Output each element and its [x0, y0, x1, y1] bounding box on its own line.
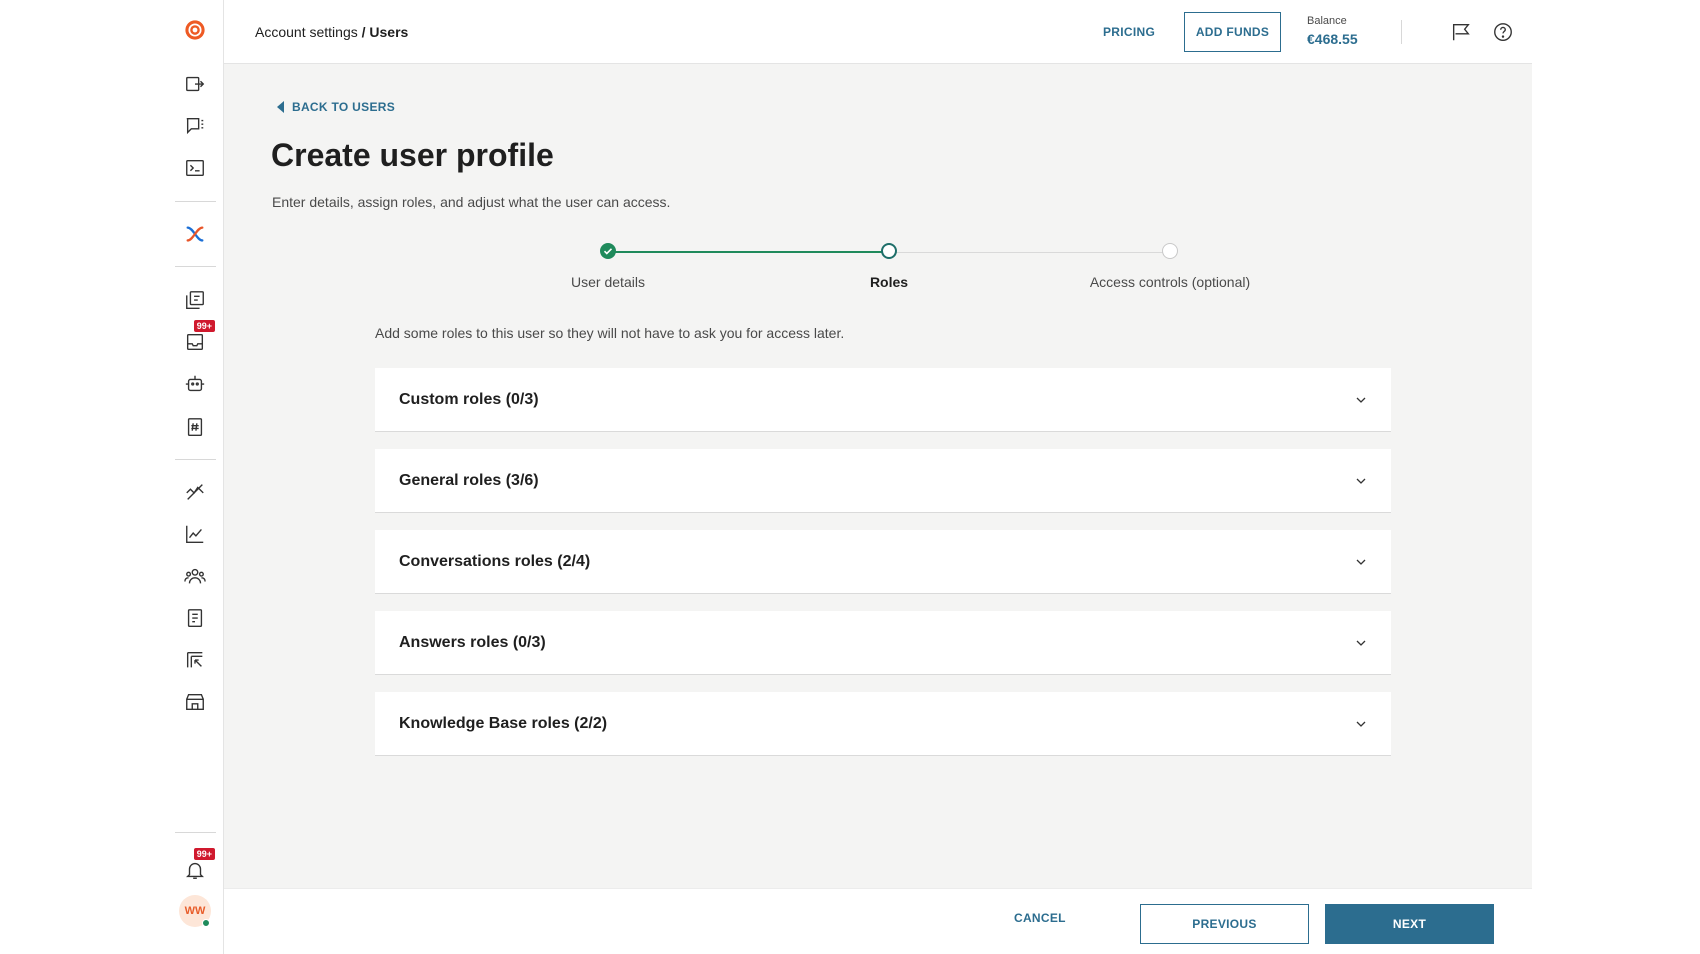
back-to-users-label: BACK TO USERS [292, 100, 396, 114]
breadcrumb: Account settings / Users [255, 24, 408, 40]
roles-intro-text: Add some roles to this user so they will… [375, 325, 845, 341]
back-caret-icon [277, 101, 284, 113]
stepper-line-pending [889, 252, 1170, 253]
back-to-users-link[interactable]: BACK TO USERS [277, 100, 395, 114]
previous-button[interactable]: PREVIOUS [1140, 904, 1309, 944]
flag-icon[interactable] [1449, 20, 1473, 44]
infobip-logo-icon[interactable] [179, 14, 211, 46]
role-group-title: Answers roles (0/3) [399, 633, 546, 651]
analytics-icon[interactable] [179, 476, 211, 508]
wizard-footer: CANCEL PREVIOUS NEXT [224, 888, 1532, 954]
bell-icon[interactable]: 99+ [179, 848, 215, 886]
balance-label: Balance [1307, 15, 1347, 27]
step-label-roles: Roles [869, 274, 909, 290]
flows-icon[interactable] [179, 218, 211, 250]
role-group-custom[interactable]: Custom roles (0/3) [375, 368, 1391, 432]
stepper-line-complete [608, 251, 889, 253]
people-icon[interactable] [179, 560, 211, 592]
chat-list-icon[interactable] [179, 110, 211, 142]
sidebar-divider [175, 266, 216, 267]
role-group-conversations[interactable]: Conversations roles (2/4) [375, 530, 1391, 594]
online-status-dot [202, 919, 210, 927]
page-title: Create user profile [271, 137, 554, 173]
top-header: Account settings / Users PRICING ADD FUN… [224, 0, 1532, 64]
chevron-down-icon [1356, 721, 1366, 727]
role-group-title: Conversations roles (2/4) [399, 552, 591, 570]
inbox-icon[interactable]: 99+ [179, 320, 215, 358]
sidebar-divider [175, 832, 216, 833]
store-icon[interactable] [179, 686, 211, 718]
chart-icon[interactable] [179, 518, 211, 550]
step-pending-dot [1162, 243, 1178, 259]
role-group-title: General roles (3/6) [399, 471, 539, 489]
page-subtitle: Enter details, assign roles, and adjust … [272, 194, 671, 210]
role-group-answers[interactable]: Answers roles (0/3) [375, 611, 1391, 675]
avatar[interactable]: WW [179, 895, 211, 927]
step-complete-check-icon [600, 243, 616, 259]
terminal-icon[interactable] [179, 152, 211, 184]
sidebar-divider [175, 201, 216, 202]
add-funds-button[interactable]: ADD FUNDS [1184, 12, 1281, 52]
step-active-dot [881, 243, 897, 259]
next-button[interactable]: NEXT [1325, 904, 1494, 944]
avatar-initials: WW [184, 905, 206, 917]
role-group-title: Custom roles (0/3) [399, 390, 539, 408]
step-label-user-details[interactable]: User details [488, 274, 728, 290]
chevron-down-icon [1356, 559, 1366, 565]
cancel-button[interactable]: CANCEL [1014, 911, 1066, 925]
export-icon[interactable] [179, 68, 211, 100]
inbox-badge: 99+ [193, 320, 215, 332]
campaigns-icon[interactable] [179, 284, 211, 316]
exchange-icon[interactable] [179, 644, 211, 676]
pricing-link[interactable]: PRICING [1103, 25, 1155, 39]
chevron-down-icon [1356, 640, 1366, 646]
logs-icon[interactable] [179, 602, 211, 634]
chevron-down-icon [1356, 397, 1366, 403]
balance-value: €468.55 [1307, 31, 1358, 47]
sidebar: 99+ 99+ WW [167, 0, 224, 954]
numbers-icon[interactable] [179, 411, 211, 443]
breadcrumb-parent[interactable]: Account settings [255, 24, 358, 40]
role-group-general[interactable]: General roles (3/6) [375, 449, 1391, 513]
step-label-access-controls: Access controls (optional) [1089, 274, 1251, 290]
chevron-down-icon [1356, 478, 1366, 484]
main-content: BACK TO USERS Create user profile Enter … [224, 64, 1532, 888]
header-divider [1401, 20, 1402, 44]
sidebar-divider [175, 459, 216, 460]
help-icon[interactable] [1491, 20, 1515, 44]
breadcrumb-current: Users [369, 24, 409, 40]
breadcrumb-separator: / [361, 24, 366, 40]
role-group-title: Knowledge Base roles (2/2) [399, 714, 608, 732]
notifications-badge: 99+ [193, 848, 215, 860]
bot-icon[interactable] [179, 368, 211, 400]
role-group-knowledge-base[interactable]: Knowledge Base roles (2/2) [375, 692, 1391, 756]
